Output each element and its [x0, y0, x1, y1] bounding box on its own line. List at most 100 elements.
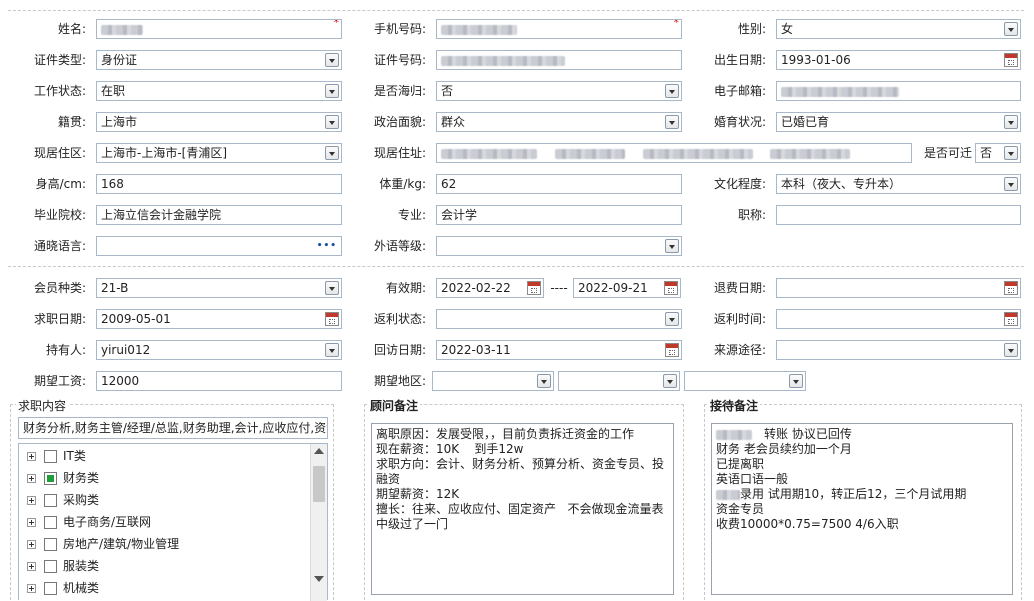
- expand-icon[interactable]: [27, 562, 36, 571]
- school-field[interactable]: 上海立信会计金融学院: [96, 205, 342, 225]
- phone-field[interactable]: *: [436, 19, 682, 39]
- refund-date-field[interactable]: [776, 278, 1021, 298]
- tree-item[interactable]: 采购类: [27, 490, 99, 510]
- expand-icon[interactable]: [27, 496, 36, 505]
- birth-date-field[interactable]: 1993-01-06: [776, 50, 1021, 70]
- overseas-select[interactable]: 否: [436, 81, 682, 101]
- calendar-icon[interactable]: [1004, 53, 1018, 67]
- valid-to-field[interactable]: 2022-09-21: [573, 278, 681, 298]
- checkbox[interactable]: [44, 472, 57, 485]
- calendar-icon[interactable]: [527, 281, 541, 295]
- lang-field[interactable]: •••: [96, 236, 342, 256]
- job-summary-field[interactable]: 财务分析,财务主管/经理/总监,财务助理,会计,应收应付,资金专员: [18, 417, 328, 439]
- chevron-down-icon[interactable]: [325, 53, 339, 67]
- title-field[interactable]: [776, 205, 1021, 225]
- calendar-icon[interactable]: [664, 281, 678, 295]
- expand-icon[interactable]: [27, 474, 36, 483]
- foreign-select[interactable]: [436, 236, 682, 256]
- expand-icon[interactable]: [27, 518, 36, 527]
- chevron-down-icon[interactable]: [789, 374, 803, 388]
- chevron-down-icon[interactable]: [325, 343, 339, 357]
- chevron-down-icon[interactable]: [665, 239, 679, 253]
- checkbox[interactable]: [44, 582, 57, 595]
- email-field[interactable]: [776, 81, 1021, 101]
- scroll-down-icon[interactable]: [314, 576, 324, 582]
- calendar-icon[interactable]: [665, 343, 679, 357]
- checkbox[interactable]: [44, 494, 57, 507]
- gender-select[interactable]: 女: [776, 19, 1021, 39]
- valid-from-field[interactable]: 2022-02-22: [436, 278, 544, 298]
- area-city-select[interactable]: [558, 371, 680, 391]
- advisor-notes-textarea[interactable]: 离职原因：发展受限，，目前负责拆迁资金的工作 现在薪资：10K 到手12w 求职…: [371, 423, 674, 595]
- checkbox[interactable]: [44, 450, 57, 463]
- tree-item[interactable]: 财务类: [27, 468, 99, 488]
- tree-item[interactable]: 机械类: [27, 578, 99, 598]
- job-tree[interactable]: IT类财务类采购类 电子商务/互联网 房地产/建筑/物业管理 服装类 机械类: [18, 443, 328, 601]
- job-date-label: 求职日期:: [33, 312, 86, 326]
- edu-select[interactable]: 本科（夜大、专升本）: [776, 174, 1021, 194]
- chevron-down-icon[interactable]: [1004, 177, 1018, 191]
- rebate-time-field[interactable]: [776, 309, 1021, 329]
- idnum-field[interactable]: [436, 50, 682, 70]
- scroll-thumb[interactable]: [313, 466, 325, 502]
- expand-icon[interactable]: [27, 540, 36, 549]
- chevron-down-icon[interactable]: [663, 374, 677, 388]
- weight-field[interactable]: 62: [436, 174, 682, 194]
- checkbox[interactable]: [44, 560, 57, 573]
- rebate-status-label: 返利状态:: [373, 312, 426, 326]
- name-field[interactable]: *: [96, 19, 342, 39]
- area-province-select[interactable]: [432, 371, 554, 391]
- idtype-select[interactable]: 身份证: [96, 50, 342, 70]
- member-type-select[interactable]: 21-B: [96, 278, 342, 298]
- tree-item[interactable]: IT类: [27, 446, 86, 466]
- chevron-down-icon[interactable]: [325, 281, 339, 295]
- rebate-time-label: 返利时间:: [713, 312, 766, 326]
- more-icon[interactable]: •••: [317, 237, 337, 255]
- native-select[interactable]: 上海市: [96, 112, 342, 132]
- height-field[interactable]: 168: [96, 174, 342, 194]
- source-select[interactable]: [776, 340, 1021, 360]
- chevron-down-icon[interactable]: [325, 115, 339, 129]
- checkbox[interactable]: [44, 516, 57, 529]
- scroll-up-icon[interactable]: [314, 448, 324, 454]
- chevron-down-icon[interactable]: [537, 374, 551, 388]
- checkbox[interactable]: [44, 538, 57, 551]
- calendar-icon[interactable]: [1004, 281, 1018, 295]
- residence-select[interactable]: 上海市-上海市-[青浦区]: [96, 143, 342, 163]
- redacted-text: [716, 489, 740, 500]
- chevron-down-icon[interactable]: [665, 84, 679, 98]
- reception-notes-textarea[interactable]: 转账 协议已回传 财务 老会员续约加一个月 已提离职 英语口语一般 录用 试用期…: [711, 423, 1013, 595]
- chevron-down-icon[interactable]: [1004, 146, 1018, 160]
- tree-item[interactable]: 房地产/建筑/物业管理: [27, 534, 179, 554]
- relocate-select[interactable]: 否: [975, 143, 1021, 163]
- required-mark: *: [333, 19, 340, 29]
- revisit-date-field[interactable]: 2022-03-11: [436, 340, 682, 360]
- tree-item-label: 财务类: [63, 471, 100, 485]
- calendar-icon[interactable]: [1004, 312, 1018, 326]
- expand-icon[interactable]: [27, 584, 36, 593]
- tree-item[interactable]: 电子商务/互联网: [27, 512, 151, 532]
- job-date-field[interactable]: 2009-05-01: [96, 309, 342, 329]
- chevron-down-icon[interactable]: [1004, 343, 1018, 357]
- political-select[interactable]: 群众: [436, 112, 682, 132]
- chevron-down-icon[interactable]: [325, 146, 339, 160]
- marital-select[interactable]: 已婚已育: [776, 112, 1021, 132]
- expand-icon[interactable]: [27, 452, 36, 461]
- chevron-down-icon[interactable]: [665, 115, 679, 129]
- chevron-down-icon[interactable]: [325, 84, 339, 98]
- area-district-select[interactable]: [684, 371, 806, 391]
- chevron-down-icon[interactable]: [1004, 115, 1018, 129]
- rebate-status-select[interactable]: [436, 309, 682, 329]
- tree-item[interactable]: 服装类: [27, 556, 99, 576]
- chevron-down-icon[interactable]: [665, 312, 679, 326]
- tree-scrollbar[interactable]: [310, 444, 327, 601]
- holder-select[interactable]: yirui012: [96, 340, 342, 360]
- address-field[interactable]: [436, 143, 912, 163]
- calendar-icon[interactable]: [325, 312, 339, 326]
- salary-field[interactable]: 12000: [96, 371, 342, 391]
- work-label: 工作状态:: [33, 84, 86, 98]
- email-label: 电子邮箱:: [713, 84, 766, 98]
- work-status-select[interactable]: 在职: [96, 81, 342, 101]
- major-field[interactable]: 会计学: [436, 205, 682, 225]
- chevron-down-icon[interactable]: [1004, 22, 1018, 36]
